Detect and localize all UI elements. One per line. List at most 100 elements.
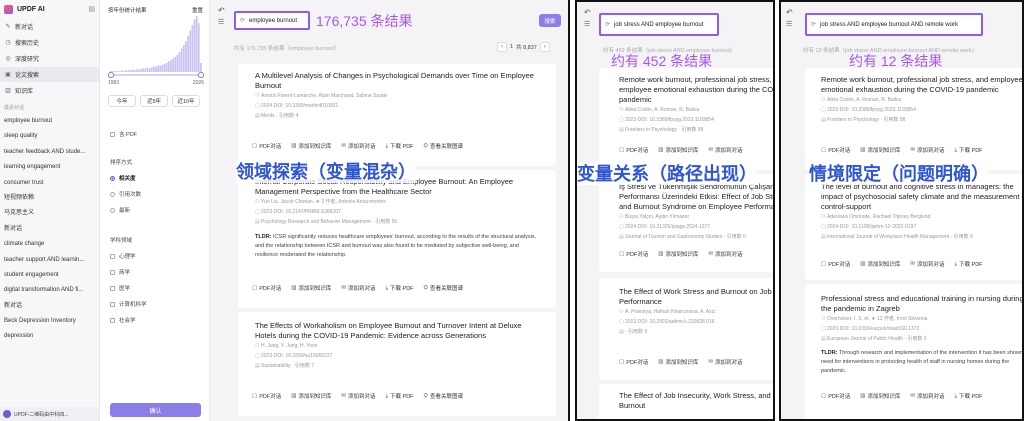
result-card[interactable]: Remote work burnout, professional job st…: [599, 68, 773, 170]
nav-item-knowledge-base[interactable]: ▥ 知识库: [0, 83, 99, 98]
pdf-chat-button[interactable]: ▢ PDF对话: [252, 392, 281, 400]
field-psychology-checkbox[interactable]: 心理学: [110, 248, 147, 264]
filter-toggle-icon[interactable]: ☰: [584, 20, 590, 28]
result-card[interactable]: Professional stress and educational trai…: [805, 284, 1022, 419]
add-to-library-button[interactable]: ▥ 添加到知识库: [860, 392, 900, 400]
field-cs-checkbox[interactable]: 计算机科学: [110, 296, 147, 312]
prev-page-button[interactable]: ‹: [497, 42, 507, 52]
recent-chat-item[interactable]: student engagement: [0, 268, 99, 283]
recent-chat-item[interactable]: 马克思主义: [0, 206, 99, 221]
recent-chat-item[interactable]: 新对话: [0, 222, 99, 237]
download-pdf-button[interactable]: ⤓ 下载 PDF: [386, 284, 414, 293]
result-card[interactable]: Internal Corporate Social Responsibility…: [238, 170, 556, 308]
nav-item-search-history[interactable]: ◷ 搜索历史: [0, 35, 99, 50]
add-to-library-button[interactable]: ▥ 添加到知识库: [860, 146, 900, 154]
reset-filters-link[interactable]: 重置: [192, 6, 203, 14]
paper-title[interactable]: The Effect of Job Insecurity, Work Stres…: [619, 391, 773, 411]
paper-title[interactable]: A Multilevel Analysis of Changes in Psyc…: [255, 71, 539, 91]
quick-year-5[interactable]: 近5年: [140, 95, 168, 107]
download-pdf-button[interactable]: ⤓ 下载 PDF: [386, 142, 414, 151]
nav-item-deep-research[interactable]: ◎ 深度研究: [0, 51, 99, 66]
recent-chat-item[interactable]: depression: [0, 329, 99, 344]
result-card[interactable]: A Multilevel Analysis of Changes in Psyc…: [238, 64, 556, 166]
add-to-library-button[interactable]: ▥ 添加到知识库: [291, 142, 331, 150]
search-input[interactable]: ⟳ job stress AND employee burnout: [599, 13, 719, 36]
add-to-chat-button[interactable]: ✉ 添加到对话: [910, 260, 944, 268]
paper-title[interactable]: Remote work burnout, professional job st…: [619, 75, 773, 105]
add-to-chat-button[interactable]: ✉ 添加到对话: [708, 146, 742, 154]
download-pdf-button[interactable]: ⤓ 下载 PDF: [955, 392, 983, 401]
download-pdf-button[interactable]: ⤓ 下载 PDF: [955, 260, 983, 269]
add-to-library-button[interactable]: ▥ 添加到知识库: [291, 284, 331, 292]
result-card[interactable]: The Effects of Workaholism on Employee B…: [238, 312, 556, 416]
paper-title[interactable]: İş Stresi ve Tükenmişlik Sendromunun Çal…: [619, 182, 773, 212]
next-page-button[interactable]: ›: [539, 42, 550, 52]
account-row[interactable]: UPDF-二维码由中科四...: [0, 407, 99, 421]
pdf-chat-button[interactable]: ▢ PDF对话: [619, 358, 648, 366]
recent-chat-item[interactable]: climate change: [0, 237, 99, 252]
add-to-chat-button[interactable]: ✉ 添加到对话: [341, 142, 375, 150]
add-to-chat-button[interactable]: ✉ 添加到对话: [341, 284, 375, 292]
recent-chat-item[interactable]: 短视频依赖: [0, 191, 99, 206]
view-graph-button[interactable]: ⛭ 查看关联图谱: [424, 284, 463, 293]
field-business-checkbox[interactable]: 商学: [110, 264, 147, 280]
add-to-library-button[interactable]: ▥ 添加到知识库: [658, 250, 698, 258]
search-input[interactable]: ⟳ employee burnout: [234, 11, 310, 30]
quick-year-10[interactable]: 近10年: [172, 95, 200, 107]
quick-year-this-year[interactable]: 今年: [108, 95, 136, 107]
pdf-only-checkbox[interactable]: 含 PDF: [110, 126, 137, 142]
recent-chat-item[interactable]: sleep quality: [0, 129, 99, 144]
nav-item-paper-search[interactable]: ▣ 论文搜索: [0, 67, 99, 82]
recent-chat-item[interactable]: consumer trust: [0, 176, 99, 191]
year-range-slider[interactable]: [108, 71, 204, 79]
search-input[interactable]: ⟳ job stress AND employee burnout AND re…: [805, 13, 983, 36]
pdf-chat-button[interactable]: ▢ PDF对话: [821, 146, 850, 154]
paper-title[interactable]: Remote work burnout, professional job st…: [821, 75, 1022, 95]
add-to-chat-button[interactable]: ✉ 添加到对话: [708, 358, 742, 366]
add-to-chat-button[interactable]: ✉ 添加到对话: [708, 250, 742, 258]
add-to-chat-button[interactable]: ✉ 添加到对话: [341, 392, 375, 400]
add-to-library-button[interactable]: ▥ 添加到知识库: [658, 358, 698, 366]
download-pdf-button[interactable]: ⤓ 下载 PDF: [955, 146, 983, 155]
paper-title[interactable]: Professional stress and educational trai…: [821, 294, 1022, 314]
pdf-chat-button[interactable]: ▢ PDF对话: [619, 146, 648, 154]
pdf-chat-button[interactable]: ▢ PDF对话: [821, 392, 850, 400]
pdf-chat-button[interactable]: ▢ PDF对话: [252, 284, 281, 292]
result-card[interactable]: Remote work burnout, professional job st…: [805, 68, 1022, 170]
paper-title[interactable]: The level of burnout and cognitive stres…: [821, 182, 1022, 212]
add-to-library-button[interactable]: ▥ 添加到知识库: [291, 392, 331, 400]
recent-chat-item[interactable]: employee burnout: [0, 114, 99, 129]
filter-toggle-icon[interactable]: ☰: [786, 20, 792, 28]
recent-chat-item[interactable]: teacher feedback AND stude...: [0, 145, 99, 160]
add-to-library-button[interactable]: ▥ 添加到知识库: [860, 260, 900, 268]
back-arrow-icon[interactable]: ↶: [218, 6, 225, 15]
recent-chat-item[interactable]: learning engagement: [0, 160, 99, 175]
result-card[interactable]: İş Stresi ve Tükenmişlik Sendromunun Çal…: [599, 174, 773, 272]
nav-item-new-chat[interactable]: ✎ 新对话: [0, 19, 99, 34]
filter-toggle-icon[interactable]: ☰: [218, 18, 224, 26]
result-card[interactable]: The Effect of Job Insecurity, Work Stres…: [599, 384, 773, 419]
sort-relevance-radio[interactable]: 相关度: [110, 170, 141, 186]
recent-chat-item[interactable]: Beck Depression Inventory: [0, 314, 99, 329]
pdf-chat-button[interactable]: ▢ PDF对话: [252, 142, 281, 150]
result-card[interactable]: The level of burnout and cognitive stres…: [805, 174, 1022, 280]
confirm-filters-button[interactable]: 确认: [110, 403, 201, 417]
recent-chat-item[interactable]: 新对话: [0, 299, 99, 314]
recent-chat-item[interactable]: teacher support AND learnin...: [0, 253, 99, 268]
add-to-chat-button[interactable]: ✉ 添加到对话: [910, 146, 944, 154]
pdf-chat-button[interactable]: ▢ PDF对话: [821, 260, 850, 268]
field-sociology-checkbox[interactable]: 社会学: [110, 312, 147, 328]
paper-title[interactable]: The Effects of Workaholism on Employee B…: [255, 321, 539, 341]
back-arrow-icon[interactable]: ↶: [584, 8, 591, 17]
view-graph-button[interactable]: ⛭ 查看关联图谱: [424, 392, 463, 401]
add-to-library-button[interactable]: ▥ 添加到知识库: [658, 146, 698, 154]
add-to-chat-button[interactable]: ✉ 添加到对话: [910, 392, 944, 400]
field-medicine-checkbox[interactable]: 医学: [110, 280, 147, 296]
download-pdf-button[interactable]: ⤓ 下载 PDF: [386, 392, 414, 401]
result-card[interactable]: The Effect of Work Stress and Burnout on…: [599, 278, 773, 380]
sort-citations-radio[interactable]: 引用次数: [110, 186, 141, 202]
sort-newest-radio[interactable]: 最新: [110, 202, 141, 218]
search-button[interactable]: 搜索: [539, 14, 561, 27]
sidebar-collapse-icon[interactable]: ▤: [88, 5, 95, 13]
pdf-chat-button[interactable]: ▢ PDF对话: [619, 250, 648, 258]
